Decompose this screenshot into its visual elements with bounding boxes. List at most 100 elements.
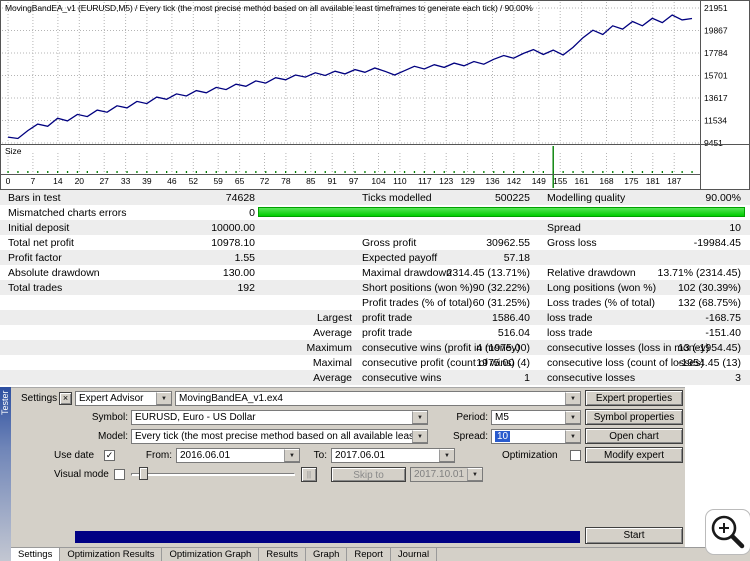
report-label: Short positions (won %) [362, 282, 473, 294]
report-value: 60 (31.25%) [472, 297, 530, 309]
period-label: Period: [456, 412, 488, 423]
slider-thumb[interactable] [139, 467, 148, 480]
symbol-select[interactable]: EURUSD, Euro - US Dollar ▼ [131, 410, 428, 425]
spread-value: 10 [495, 431, 511, 442]
chevron-down-icon[interactable]: ▼ [284, 449, 299, 462]
report-label: Ticks modelled [362, 192, 432, 204]
spread-label: Spread: [452, 431, 488, 442]
report-value: 102 (30.39%) [677, 282, 741, 294]
report-value: 132 (68.75%) [677, 297, 741, 309]
chevron-down-icon[interactable]: ▼ [467, 468, 482, 481]
model-select[interactable]: Every tick (the most precise method base… [131, 429, 428, 444]
report-value: -151.40 [705, 327, 741, 339]
report-label: Mismatched charts errors [8, 207, 127, 219]
chevron-down-icon[interactable]: ▼ [565, 430, 580, 443]
symbol-properties-button[interactable]: Symbol properties [585, 409, 683, 425]
report-value: 1.55 [234, 252, 255, 264]
tab-graph[interactable]: Graph [306, 548, 348, 561]
tab-optimization-graph[interactable]: Optimization Graph [162, 548, 260, 561]
x-axis-tick: 149 [532, 176, 546, 186]
x-axis-tick: 39 [142, 176, 152, 186]
visual-mode-checkbox[interactable] [114, 469, 125, 480]
report-value: 57.18 [503, 252, 530, 264]
report-value: 10978.10 [211, 237, 255, 249]
chevron-down-icon[interactable]: ▼ [412, 430, 427, 443]
symbol-value: EURUSD, Euro - US Dollar [135, 412, 256, 423]
report-label: Modelling quality [547, 192, 626, 204]
tab-results[interactable]: Results [259, 548, 306, 561]
report-label: Spread [547, 222, 581, 234]
chevron-down-icon[interactable]: ▼ [412, 411, 427, 424]
y-axis-tick: 17784 [704, 48, 728, 58]
report-value: 3 [735, 372, 741, 384]
close-icon[interactable]: × [59, 392, 72, 405]
report-label: Gross loss [547, 237, 597, 249]
chevron-down-icon[interactable]: ▼ [156, 392, 171, 405]
report-row: Average profit trade 516.04 loss trade -151.… [0, 325, 750, 340]
tester-dock-strip: Tester [0, 387, 11, 561]
open-chart-button[interactable]: Open chart [585, 428, 683, 444]
chevron-down-icon[interactable]: ▼ [439, 449, 454, 462]
settings-section-label: Settings [21, 393, 58, 404]
report-label: Long positions (won %) [547, 282, 657, 294]
zoom-control[interactable] [705, 509, 750, 555]
visual-mode-label: Visual mode [54, 469, 109, 480]
to-date-select[interactable]: 2017.06.01 ▼ [331, 448, 455, 463]
tab-report[interactable]: Report [347, 548, 391, 561]
x-axis-tick: 46 [167, 176, 177, 186]
report-value: -168.75 [705, 312, 741, 324]
x-axis-tick: 65 [235, 176, 245, 186]
visual-speed-slider[interactable] [131, 467, 295, 481]
report-value: 10 [729, 222, 741, 234]
report-value: 74628 [225, 192, 255, 204]
balance-line [7, 14, 693, 140]
x-axis-tick: 78 [281, 176, 291, 186]
from-label: From: [145, 450, 172, 461]
x-axis-tick: 181 [646, 176, 660, 186]
start-button[interactable]: Start [585, 527, 683, 544]
strategy-tester-report-window: 21951 19867 17784 15701 13617 11534 9451 0 7 14 20… [0, 0, 750, 561]
balance-chart: 21951 19867 17784 15701 13617 11534 9451 0 7 14 20… [0, 0, 750, 190]
magnifier-icon [711, 515, 745, 549]
report-value: 13 (-1954.45) [677, 342, 741, 354]
size-axis-label: Size [5, 146, 22, 156]
report-qualifier: Largest [316, 312, 352, 324]
report-value: 1 [524, 372, 530, 384]
report-value: -1954.45 (13) [677, 357, 741, 369]
report-label: consecutive losses [547, 372, 636, 384]
optimization-label: Optimization [502, 450, 558, 461]
tab-journal[interactable]: Journal [391, 548, 438, 561]
skip-to-button[interactable]: Skip to [331, 467, 406, 482]
report-label: profit trade [362, 312, 413, 324]
expert-file-select[interactable]: MovingBandEA_v1.ex4 ▼ [175, 391, 581, 406]
report-row: Average consecutive wins 1 consecutive loss… [0, 370, 750, 385]
report-label: loss trade [547, 312, 593, 324]
period-select[interactable]: M5 ▼ [491, 410, 581, 425]
chevron-down-icon[interactable]: ▼ [565, 411, 580, 424]
report-label: Initial deposit [8, 222, 70, 234]
x-axis-tick: 129 [461, 176, 475, 186]
pause-button[interactable]: || [301, 467, 317, 482]
tab-settings[interactable]: Settings [11, 548, 61, 561]
from-date-select[interactable]: 2016.06.01 ▼ [176, 448, 300, 463]
report-row: Bars in test 74628 Ticks modelled 500225 Mod… [0, 190, 750, 205]
tab-optimization-results[interactable]: Optimization Results [60, 548, 163, 561]
test-progress-bar [75, 531, 580, 543]
model-label: Model: [97, 431, 128, 442]
chevron-down-icon[interactable]: ▼ [565, 392, 580, 405]
report-value: -19984.45 [693, 237, 741, 249]
report-label: Total trades [8, 282, 63, 294]
spread-input[interactable]: 10 ▼ [491, 429, 581, 444]
from-date-value: 2016.06.01 [180, 450, 231, 461]
use-date-label: Use date [54, 450, 95, 461]
skip-date-select[interactable]: 2017.10.01 ▼ [410, 467, 483, 482]
to-label: To: [313, 450, 327, 461]
report-qualifier: Average [313, 372, 352, 384]
report-qualifier: Average [313, 327, 352, 339]
use-date-checkbox[interactable]: ✓ [104, 450, 115, 461]
optimization-checkbox[interactable] [570, 450, 581, 461]
x-axis-tick: 155 [553, 176, 567, 186]
modify-expert-button[interactable]: Modify expert [585, 447, 683, 463]
expert-type-select[interactable]: Expert Advisor ▼ [75, 391, 172, 406]
expert-properties-button[interactable]: Expert properties [585, 390, 683, 406]
